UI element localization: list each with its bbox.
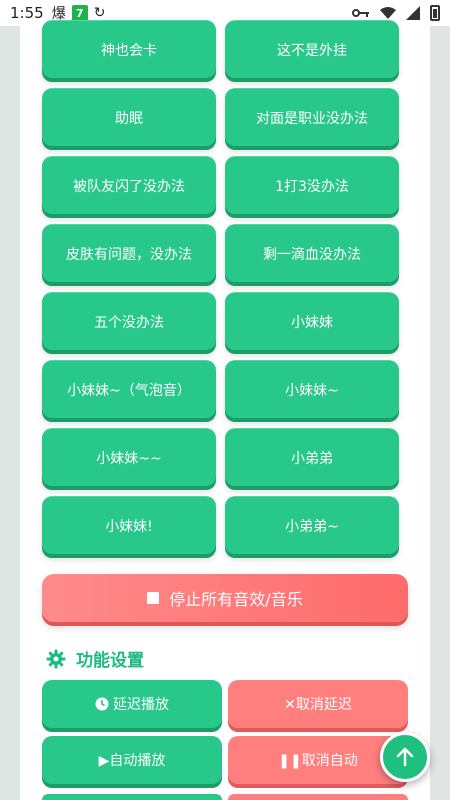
delay-play-button[interactable]: 延迟播放 bbox=[42, 680, 222, 728]
next-row-partial bbox=[42, 794, 408, 800]
status-right bbox=[352, 5, 440, 21]
stop-all-button[interactable]: 停止所有音效/音乐 bbox=[42, 574, 408, 622]
settings-title-label: 功能设置 bbox=[76, 651, 144, 671]
stop-all-label: 停止所有音效/音乐 bbox=[169, 590, 303, 609]
signal-icon bbox=[406, 6, 420, 20]
sound-button[interactable]: 神也会卡 bbox=[42, 20, 216, 78]
delay-play-label: 延迟播放 bbox=[113, 697, 169, 713]
sound-button[interactable]: 被队友闪了没办法 bbox=[42, 156, 216, 214]
sound-button[interactable]: 这不是外挂 bbox=[225, 20, 399, 78]
sound-button[interactable]: 小妹妹! bbox=[42, 496, 216, 554]
app-badge-icon: 7 bbox=[71, 5, 88, 21]
sound-button[interactable]: 剩一滴血没办法 bbox=[225, 224, 399, 282]
status-time: 1:55 bbox=[10, 4, 44, 22]
stop-icon bbox=[147, 592, 160, 604]
cancel-delay-button[interactable]: ✕取消延迟 bbox=[228, 680, 408, 728]
cancel-auto-label: ❚❚取消自动 bbox=[278, 753, 358, 769]
sound-button[interactable]: 小弟弟 bbox=[225, 428, 399, 486]
wifi-icon bbox=[380, 7, 396, 19]
sound-button[interactable]: 五个没办法 bbox=[42, 292, 216, 350]
scroll-to-top-button[interactable] bbox=[380, 732, 430, 782]
clock-icon bbox=[95, 697, 109, 711]
sound-button[interactable]: 小妹妹~（气泡音） bbox=[42, 360, 216, 418]
sound-button[interactable]: 皮肤有问题，没办法 bbox=[42, 224, 216, 282]
key-icon bbox=[352, 9, 369, 17]
sound-button[interactable]: 助眠 bbox=[42, 88, 216, 146]
sync-icon: ↻ bbox=[93, 5, 106, 21]
content-card: 神也会卡 这不是外挂 助眠 对面是职业没办法 被队友闪了没办法 1打3没办法 皮… bbox=[20, 20, 430, 800]
settings-section-title: 功能设置 bbox=[46, 646, 144, 671]
sound-button[interactable]: 小妹妹~ bbox=[225, 360, 399, 418]
sound-button[interactable]: 小弟弟~ bbox=[225, 496, 399, 554]
auto-play-button[interactable]: ▶自动播放 bbox=[42, 736, 222, 784]
battery-icon bbox=[430, 5, 440, 21]
sound-button[interactable]: 1打3没办法 bbox=[225, 156, 399, 214]
sound-button[interactable]: 小妹妹 bbox=[225, 292, 399, 350]
gear-icon bbox=[46, 649, 66, 668]
auto-play-label: ▶自动播放 bbox=[98, 753, 166, 769]
sound-button-grid: 神也会卡 这不是外挂 助眠 对面是职业没办法 被队友闪了没办法 1打3没办法 皮… bbox=[42, 20, 408, 554]
cancel-delay-label: ✕取消延迟 bbox=[284, 697, 352, 713]
arrow-up-icon bbox=[396, 747, 414, 767]
sound-button[interactable]: 对面是职业没办法 bbox=[225, 88, 399, 146]
sound-button[interactable]: 小妹妹~~ bbox=[42, 428, 216, 486]
